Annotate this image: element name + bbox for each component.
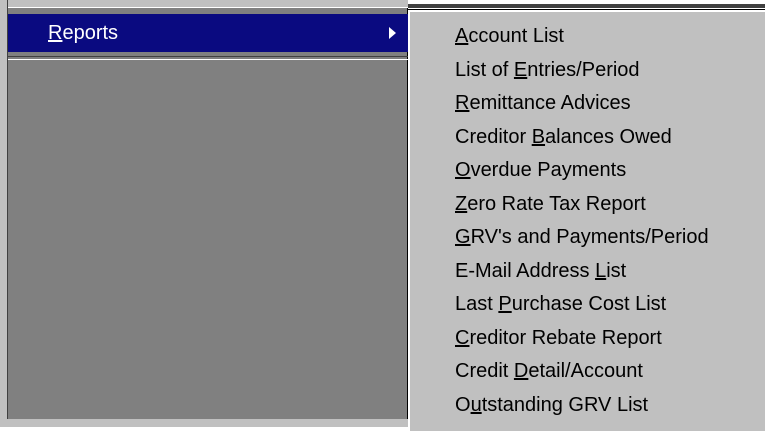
parent-menu-left-rail [0, 0, 8, 427]
parent-menu: Reports [0, 0, 408, 427]
submenu-item-remittance-advices[interactable]: Remittance Advices [455, 87, 709, 121]
menu-divider [8, 56, 408, 60]
reports-submenu: Account List List of Entries/Period Remitt… [408, 10, 765, 431]
submenu-item-list-of-entries-period[interactable]: List of Entries/Period [455, 54, 709, 88]
parent-menu-top-edge [0, 0, 408, 8]
submenu-item-e-mail-address-list[interactable]: E-Mail Address List [455, 255, 709, 289]
top-edge-strip [408, 0, 765, 10]
submenu-item-account-list[interactable]: Account List [455, 20, 709, 54]
submenu-item-zero-rate-tax-report[interactable]: Zero Rate Tax Report [455, 188, 709, 222]
submenu-item-credit-detail-account[interactable]: Credit Detail/Account [455, 355, 709, 389]
submenu-item-creditor-balances-owed[interactable]: Creditor Balances Owed [455, 121, 709, 155]
submenu-item-grv-s-and-payments-period[interactable]: GRV's and Payments/Period [455, 221, 709, 255]
reports-submenu-list: Account List List of Entries/Period Remitt… [455, 20, 709, 422]
menu-item-reports-label: Reports [48, 21, 119, 44]
submenu-item-creditor-rebate-report[interactable]: Creditor Rebate Report [455, 322, 709, 356]
submenu-arrow-icon [389, 27, 396, 39]
parent-menu-bottom-edge [0, 419, 408, 427]
submenu-item-last-purchase-cost-list[interactable]: Last Purchase Cost List [455, 288, 709, 322]
submenu-item-outstanding-grv-list[interactable]: Outstanding GRV List [455, 389, 709, 423]
menu-item-reports[interactable]: Reports [8, 14, 408, 52]
submenu-item-overdue-payments[interactable]: Overdue Payments [455, 154, 709, 188]
